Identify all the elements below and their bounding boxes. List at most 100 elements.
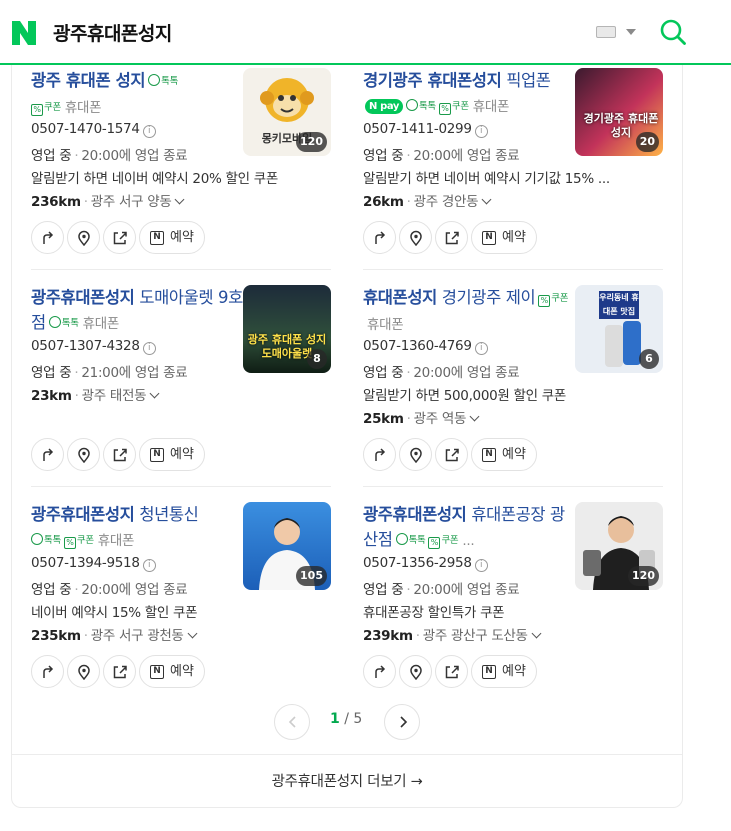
phone-line: 0507-1356-2958 i — [363, 555, 488, 572]
phone[interactable]: 0507-1307-4328 — [31, 338, 140, 354]
place-title[interactable]: 광주휴대폰성지 휴대폰공장 광산점 톡톡% 쿠폰... — [363, 502, 575, 554]
category: 휴대폰 — [64, 100, 102, 116]
reserve-button[interactable]: N 예약 — [139, 438, 205, 471]
map-pin-button[interactable] — [399, 655, 432, 688]
map-pin-button[interactable] — [399, 221, 432, 254]
reserve-button[interactable]: N 예약 — [471, 655, 537, 688]
location-line[interactable]: 239km · 광주 광산구 도산동 — [363, 624, 542, 644]
directions-icon — [375, 448, 386, 461]
promo[interactable]: 휴대폰공장 할인특가 쿠폰 — [363, 601, 505, 621]
share-button[interactable] — [435, 438, 468, 471]
title-strong[interactable]: 광주휴대폰성지 — [31, 505, 135, 524]
prev-page-button[interactable] — [274, 704, 310, 740]
naver-booking-icon: N — [482, 448, 496, 462]
category: 휴대폰 — [82, 316, 120, 332]
current-page: 1 — [330, 711, 340, 727]
status: 영업 중 — [31, 582, 72, 598]
result-card: 경기광주 휴대폰성지 픽업폰 N pay 톡톡% 쿠폰 휴대폰 경기광주 휴대폰성지 2… — [363, 68, 663, 268]
share-button[interactable] — [103, 655, 136, 688]
promo[interactable]: 알림받기 하면 네이버 예약시 기기값 15% ... — [363, 167, 610, 187]
info-icon[interactable]: i — [474, 559, 488, 572]
promo[interactable]: 알림받기 하면 500,000원 할인 쿠폰 — [363, 384, 566, 404]
location-line[interactable]: 25km · 광주 역동 — [363, 407, 480, 427]
reserve-button[interactable]: N 예약 — [139, 655, 205, 688]
hours: 21:00에 영업 종료 — [81, 365, 188, 381]
place-title[interactable]: 광주휴대폰성지 청년통신 톡톡% 쿠폰 휴대폰 — [31, 502, 243, 554]
hours-line: 영업 중 · 20:00에 영업 종료 — [31, 148, 188, 164]
phone[interactable]: 0507-1394-9518 — [31, 555, 140, 571]
reserve-button[interactable]: N 예약 — [471, 438, 537, 471]
info-icon[interactable]: i — [474, 342, 488, 355]
map-pin-button[interactable] — [67, 221, 100, 254]
phone[interactable]: 0507-1356-2958 — [363, 555, 472, 571]
title-strong[interactable]: 휴대폰성지 — [363, 288, 437, 307]
address: 광주 서구 광천동 — [90, 628, 184, 644]
phone[interactable]: 0507-1470-1574 — [31, 121, 140, 137]
keyboard-icon[interactable] — [596, 26, 616, 38]
title-strong[interactable]: 광주휴대폰성지 — [363, 505, 467, 524]
share-button[interactable] — [435, 655, 468, 688]
place-thumbnail[interactable]: 우리동네 휴대폰 맛집 6 — [575, 285, 663, 373]
naver-logo-icon[interactable] — [11, 21, 37, 45]
address: 광주 태전동 — [81, 388, 147, 404]
title-strong[interactable]: 광주 휴대폰 성지 — [31, 71, 146, 90]
location-line[interactable]: 23km · 광주 태전동 — [31, 384, 160, 404]
reserve-button[interactable]: N 예약 — [139, 221, 205, 254]
place-title[interactable]: 휴대폰성지 경기광주 제이% 쿠폰휴대폰 — [363, 285, 575, 338]
location-line[interactable]: 26km · 광주 경안동 — [363, 190, 492, 210]
result-card: 광주휴대폰성지 청년통신 톡톡% 쿠폰 휴대폰 105 0507-1394-9518… — [31, 502, 331, 702]
title-strong[interactable]: 경기광주 휴대폰성지 — [363, 71, 502, 90]
place-thumbnail[interactable]: 경기광주 휴대폰성지 20 — [575, 68, 663, 156]
directions-button[interactable] — [31, 655, 64, 688]
directions-button[interactable] — [363, 221, 396, 254]
title-strong[interactable]: 광주휴대폰성지 — [31, 288, 135, 307]
info-icon[interactable]: i — [142, 342, 156, 355]
map-pin-button[interactable] — [67, 438, 100, 471]
category: 휴대폰 — [367, 317, 404, 333]
promo[interactable]: 네이버 예약시 15% 할인 쿠폰 — [31, 601, 198, 621]
place-title[interactable]: 광주휴대폰성지 도매아울렛 9호점 톡톡 휴대폰 — [31, 285, 243, 337]
promo[interactable]: 알림받기 하면 네이버 예약시 20% 할인 쿠폰 — [31, 167, 278, 187]
more-results-link[interactable]: 광주휴대폰성지 더보기 → — [12, 754, 682, 808]
place-thumbnail[interactable]: 광주 휴대폰 성지 도매아울렛 8 — [243, 285, 331, 373]
chevron-down-icon — [481, 194, 492, 205]
directions-button[interactable] — [31, 438, 64, 471]
info-icon[interactable]: i — [474, 125, 488, 138]
directions-button[interactable] — [363, 655, 396, 688]
place-title[interactable]: 광주 휴대폰 성지 톡톡 % 쿠폰 휴대폰 — [31, 68, 243, 121]
title-rest[interactable]: 픽업폰 — [501, 71, 551, 90]
map-pin-button[interactable] — [399, 438, 432, 471]
photo-count: 6 — [639, 349, 659, 369]
info-icon[interactable]: i — [142, 559, 156, 572]
share-button[interactable] — [103, 221, 136, 254]
search-icon[interactable] — [659, 18, 687, 46]
phone[interactable]: 0507-1360-4769 — [363, 338, 472, 354]
talk-tag: 톡톡 — [148, 69, 178, 94]
total-pages: 5 — [353, 711, 363, 727]
place-thumbnail[interactable]: 120 — [575, 502, 663, 590]
photo-count: 120 — [628, 566, 659, 586]
next-page-button[interactable] — [384, 704, 420, 740]
chevron-down-icon[interactable] — [626, 29, 636, 35]
share-button[interactable] — [103, 438, 136, 471]
directions-button[interactable] — [363, 438, 396, 471]
info-icon[interactable]: i — [142, 125, 156, 138]
reserve-button[interactable]: N 예약 — [471, 221, 537, 254]
map-pin-button[interactable] — [67, 655, 100, 688]
hours-line: 영업 중 · 20:00에 영업 종료 — [363, 582, 520, 598]
phone[interactable]: 0507-1411-0299 — [363, 121, 472, 137]
place-title[interactable]: 경기광주 휴대폰성지 픽업폰 N pay 톡톡% 쿠폰 휴대폰 — [363, 68, 575, 120]
share-button[interactable] — [435, 221, 468, 254]
place-thumbnail[interactable]: 몽키모바일 120 — [243, 68, 331, 156]
title-rest[interactable]: 청년통신 — [134, 505, 199, 524]
directions-button[interactable] — [31, 221, 64, 254]
location-line[interactable]: 235km · 광주 서구 광천동 — [31, 624, 198, 644]
chevron-left-icon — [288, 716, 296, 728]
thumb-text: 우리동네 휴대폰 맛집 — [599, 291, 639, 319]
search-query[interactable]: 광주휴대폰성지 — [53, 19, 172, 46]
place-thumbnail[interactable]: 105 — [243, 502, 331, 590]
action-row: N 예약 — [363, 438, 663, 471]
photo-count: 105 — [296, 566, 327, 586]
title-rest[interactable]: 경기광주 제이 — [437, 288, 536, 307]
location-line[interactable]: 236km · 광주 서구 양동 — [31, 190, 185, 210]
